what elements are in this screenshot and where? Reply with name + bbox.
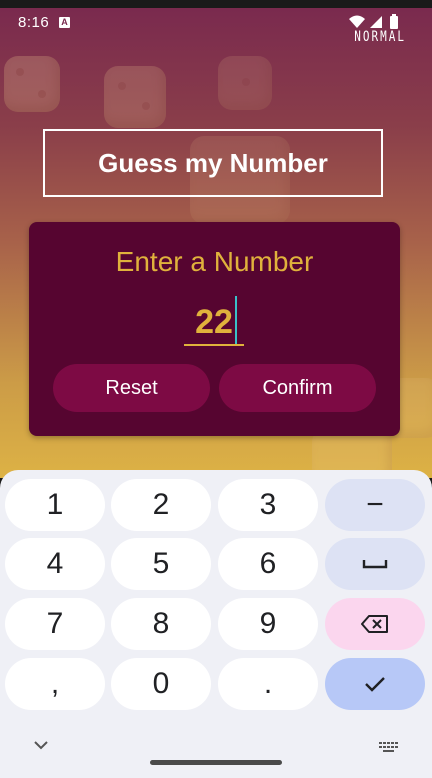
key-comma[interactable]: ,: [5, 658, 105, 710]
input-card: Enter a Number 22 Reset Confirm: [29, 222, 400, 436]
input-label: Enter a Number: [115, 246, 314, 277]
wifi-icon: [349, 15, 365, 28]
key-7[interactable]: 7: [5, 598, 105, 650]
key-6[interactable]: 6: [218, 538, 318, 590]
key-3[interactable]: 3: [218, 479, 318, 531]
page-title: Guess my Number: [98, 147, 328, 178]
key-4[interactable]: 4: [5, 538, 105, 590]
key-0[interactable]: 0: [111, 658, 211, 710]
keyboard-icon[interactable]: [379, 742, 399, 754]
key-1[interactable]: 1: [5, 479, 105, 531]
text-caret: [235, 296, 237, 344]
key-9[interactable]: 9: [218, 598, 318, 650]
done-check-icon: [365, 677, 385, 692]
status-bar: 8:16 A NORMAL: [0, 8, 432, 45]
key-minus[interactable]: −: [325, 479, 425, 531]
key-space[interactable]: [325, 538, 425, 590]
numeric-keyboard: 1 2 3 − 4 5 6 7 8 9 , 0 .: [0, 470, 432, 778]
reset-button[interactable]: Reset: [53, 364, 210, 412]
key-period[interactable]: .: [218, 658, 318, 710]
backspace-icon: [361, 615, 388, 633]
home-indicator[interactable]: [150, 760, 282, 765]
space-icon: [362, 560, 388, 569]
chevron-down-icon[interactable]: [33, 740, 49, 750]
status-time: 8:16: [18, 14, 50, 31]
key-8[interactable]: 8: [111, 598, 211, 650]
app-screen: 8:16 A NORMAL Guess my Number Enter a Nu…: [0, 8, 432, 778]
key-backspace[interactable]: [325, 598, 425, 650]
key-5[interactable]: 5: [111, 538, 211, 590]
mode-label: NORMAL: [354, 28, 406, 45]
signal-icon: [370, 16, 382, 28]
key-2[interactable]: 2: [111, 479, 211, 531]
a-letter-icon: A: [59, 17, 70, 28]
battery-icon: [390, 14, 398, 29]
key-done[interactable]: [325, 658, 425, 710]
confirm-button[interactable]: Confirm: [219, 364, 376, 412]
title-box: Guess my Number: [43, 129, 383, 197]
